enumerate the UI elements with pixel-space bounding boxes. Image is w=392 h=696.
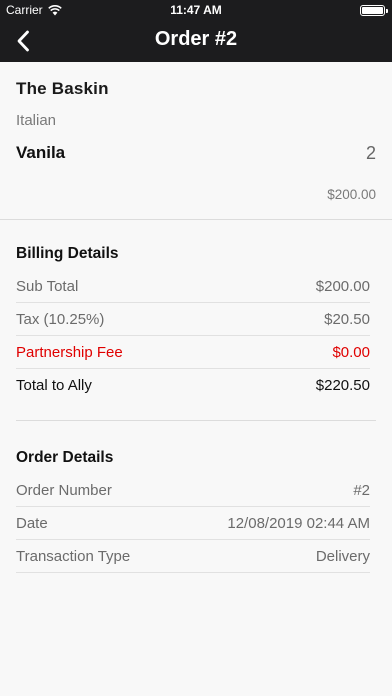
restaurant-name: The Baskin — [16, 79, 109, 98]
billing-row-value: $200.00 — [315, 278, 370, 295]
billing-row-label: Partnership Fee — [16, 344, 123, 361]
cuisine-label: Italian — [16, 112, 57, 129]
order-row-value: Delivery — [315, 548, 370, 565]
billing-row-partnership-fee: Partnership Fee $0.00 — [16, 336, 370, 369]
battery-icon — [360, 5, 388, 16]
status-bar: Carrier 11:47 AM — [0, 0, 392, 20]
navigation-bar: Order #2 — [0, 20, 392, 62]
order-row-value: 12/08/2019 02:44 AM — [227, 515, 370, 532]
billing-row-value: $20.50 — [324, 311, 370, 328]
billing-row-total: Total to Ally $220.50 — [16, 369, 370, 402]
billing-row-label: Tax (10.25%) — [16, 311, 105, 328]
order-row-value: #2 — [353, 482, 370, 499]
billing-row-subtotal: Sub Total $200.00 — [16, 270, 370, 303]
page-title: Order #2 — [154, 28, 238, 50]
billing-row-value: $0.00 — [332, 344, 370, 361]
clock: 11:47 AM — [170, 3, 222, 17]
billing-row-label: Total to Ally — [16, 377, 92, 394]
order-row-number: Order Number #2 — [16, 474, 370, 507]
order-row-label: Transaction Type — [16, 548, 131, 565]
order-content: The Baskin Italian Vanila 2 $200.00 Bill… — [0, 62, 392, 696]
order-row-date: Date 12/08/2019 02:44 AM — [16, 507, 370, 540]
section-divider — [16, 420, 376, 421]
billing-row-value: $220.50 — [315, 377, 370, 394]
order-details-title: Order Details — [16, 449, 114, 466]
billing-row-label: Sub Total — [16, 278, 79, 295]
item-price: $200.00 — [327, 187, 376, 202]
item-quantity: 2 — [365, 143, 376, 163]
section-divider — [0, 219, 392, 220]
billing-details-title: Billing Details — [16, 245, 119, 262]
order-row-label: Order Number — [16, 482, 112, 499]
order-row-label: Date — [16, 515, 48, 532]
billing-row-tax: Tax (10.25%) $20.50 — [16, 303, 370, 336]
item-name: Vanila — [16, 143, 66, 162]
order-row-transaction-type: Transaction Type Delivery — [16, 540, 370, 573]
